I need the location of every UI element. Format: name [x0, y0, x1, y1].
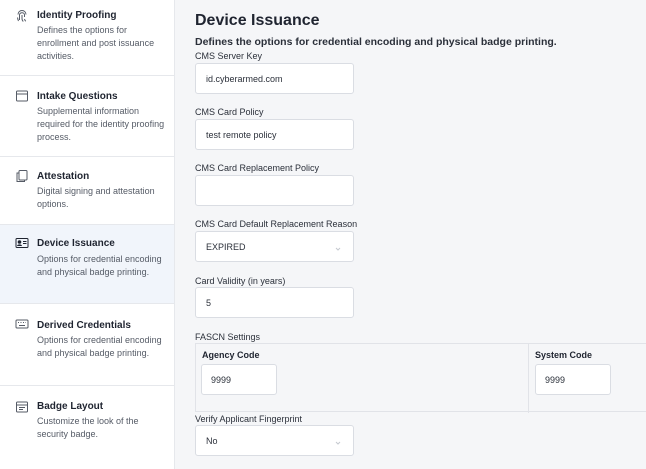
sidebar-item-title: Attestation [37, 171, 90, 182]
card-validity-label: Card Validity (in years) [195, 276, 286, 286]
replacement-reason-value: EXPIRED [206, 242, 246, 252]
cms-card-replacement-policy-input[interactable] [195, 175, 354, 206]
sidebar-item-description: Digital signing and attestation options. [37, 186, 155, 209]
sidebar-item-title: Identity Proofing [37, 10, 117, 21]
fingerprint-icon [15, 9, 29, 23]
agency-code-input[interactable] [201, 364, 277, 395]
sidebar-item-derived-credentials[interactable]: Derived Credentials Options for credenti… [0, 304, 174, 386]
sidebar-item-description: Options for credential encoding and phys… [37, 335, 162, 358]
verify-fingerprint-value: No [206, 436, 218, 446]
sidebar-item-description: Defines the options for enrollment and p… [37, 25, 155, 61]
fascn-divider [528, 344, 529, 413]
page-title: Device Issuance [195, 12, 320, 29]
sidebar-item-badge-layout[interactable]: Badge Layout Customize the look of the s… [0, 386, 174, 469]
chevron-down-icon [333, 241, 343, 251]
id-card-icon [15, 236, 29, 250]
cms-card-default-replacement-reason-label: CMS Card Default Replacement Reason [195, 219, 358, 229]
cms-card-policy-label: CMS Card Policy [195, 107, 264, 117]
sidebar-item-attestation[interactable]: Attestation Digital signing and attestat… [0, 157, 174, 225]
verify-fingerprint-select[interactable]: No [195, 425, 354, 456]
verify-fingerprint-label: Verify Applicant Fingerprint [195, 414, 303, 424]
card-validity-input[interactable] [195, 287, 354, 318]
sidebar-item-description: Customize the look of the security badge… [37, 416, 139, 439]
sidebar-item-title: Badge Layout [37, 401, 104, 412]
agency-code-label: Agency Code [202, 350, 260, 360]
main-panel: Device Issuance Defines the options for … [175, 0, 646, 469]
copy-document-icon [15, 169, 29, 183]
inbox-icon [15, 89, 29, 103]
page-subtitle: Defines the options for credential encod… [195, 36, 557, 48]
replacement-reason-select[interactable]: EXPIRED [195, 231, 354, 262]
layout-icon [15, 400, 29, 414]
sidebar-item-identity-proofing[interactable]: Identity Proofing Defines the options fo… [0, 0, 174, 76]
system-code-input[interactable] [535, 364, 611, 395]
cms-card-replacement-policy-label: CMS Card Replacement Policy [195, 163, 320, 173]
keyboard-icon [15, 317, 29, 331]
system-code-label: System Code [535, 350, 593, 360]
cms-server-key-input[interactable] [195, 63, 354, 94]
sidebar: Identity Proofing Defines the options fo… [0, 0, 175, 469]
chevron-down-icon [333, 435, 343, 445]
sidebar-item-device-issuance[interactable]: Device Issuance Options for credential e… [0, 225, 174, 304]
sidebar-item-title: Intake Questions [37, 91, 118, 102]
sidebar-item-description: Supplemental information required for th… [37, 106, 165, 142]
sidebar-item-title: Device Issuance [37, 238, 115, 249]
cms-card-policy-input[interactable] [195, 119, 354, 150]
fascn-settings-label: FASCN Settings [195, 332, 261, 342]
cms-server-key-label: CMS Server Key [195, 51, 263, 61]
sidebar-item-title: Derived Credentials [37, 320, 131, 331]
fascn-settings-box: Agency Code System Code [195, 343, 646, 413]
sidebar-item-description: Options for credential encoding and phys… [37, 254, 162, 277]
sidebar-item-intake-questions[interactable]: Intake Questions Supplemental informatio… [0, 76, 174, 157]
